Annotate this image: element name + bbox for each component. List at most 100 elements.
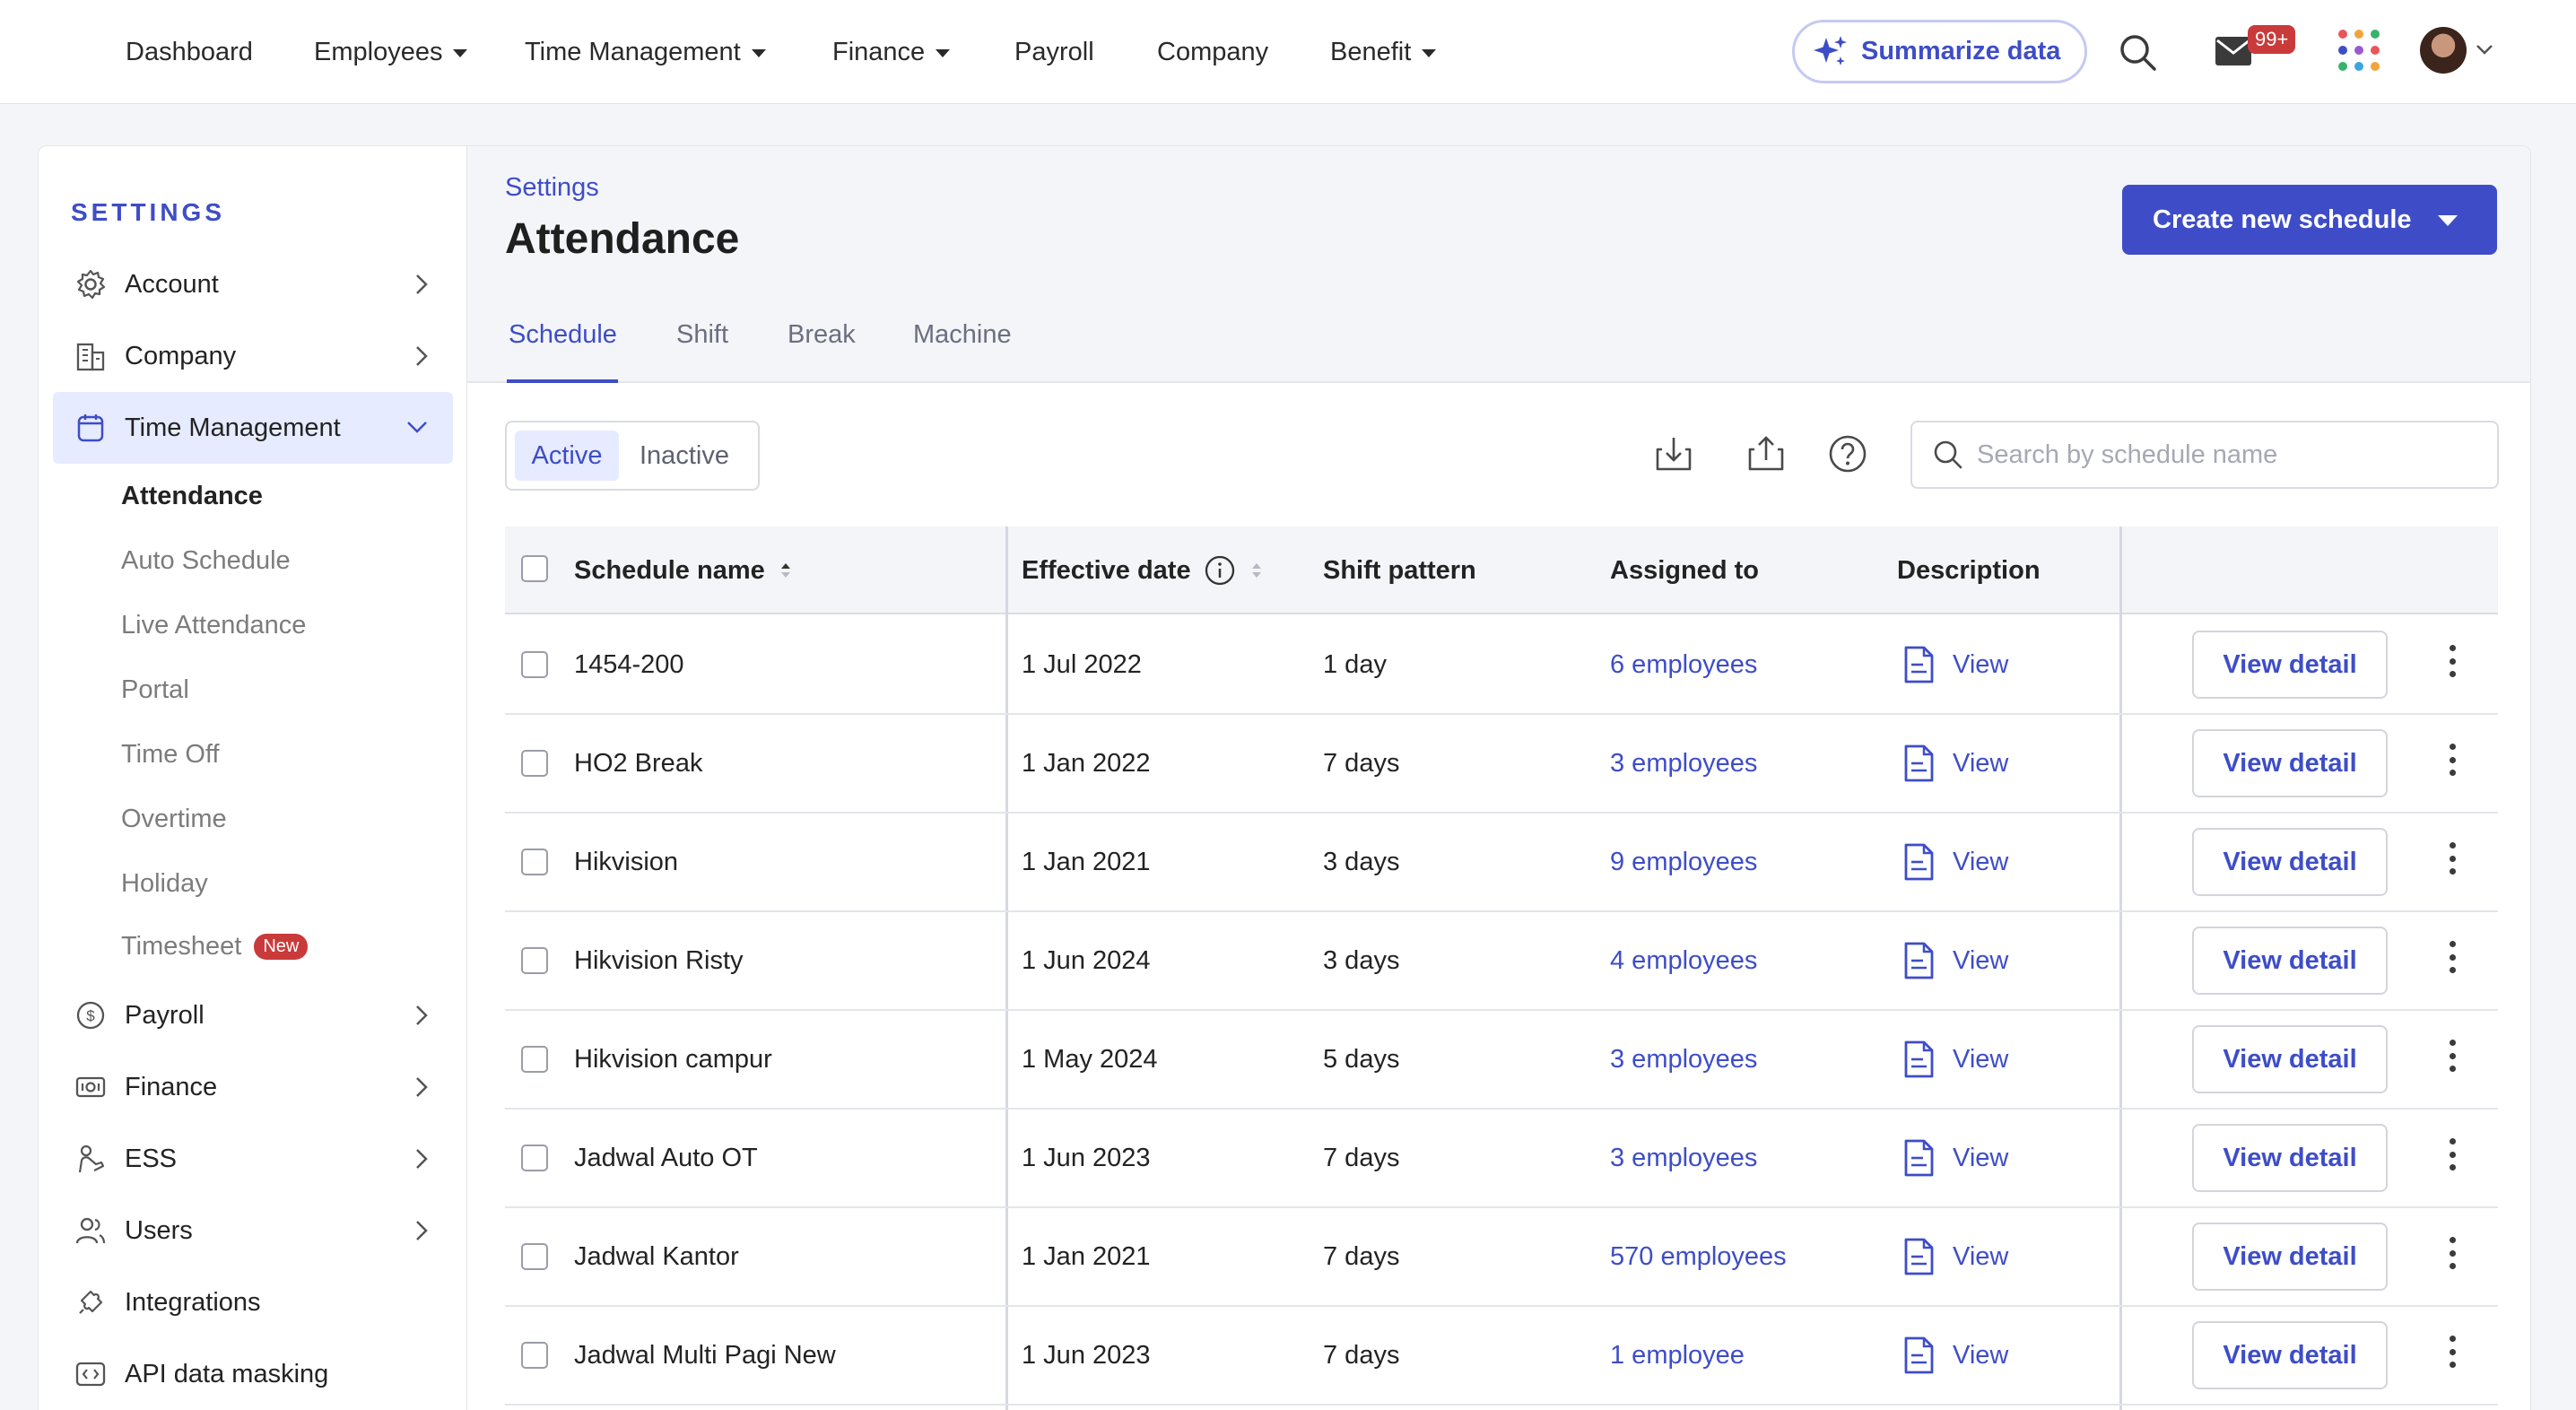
more-options-icon[interactable] — [2439, 1330, 2466, 1373]
description-view-link[interactable]: View — [1901, 912, 2008, 1009]
search-icon[interactable] — [2118, 32, 2159, 74]
assigned-employees-link[interactable]: 570 employees — [1610, 1208, 1787, 1305]
row-checkbox[interactable] — [521, 651, 548, 678]
assigned-employees-link[interactable]: 4 employees — [1610, 912, 1757, 1009]
document-icon — [1901, 1336, 1936, 1375]
row-checkbox[interactable] — [521, 1145, 548, 1171]
description-view-link[interactable]: View — [1901, 814, 2008, 910]
filter-inactive-option[interactable]: Inactive — [640, 431, 729, 481]
tab-break[interactable]: Break — [788, 320, 856, 350]
sidebar-subitem-time-off[interactable]: Time Off — [121, 740, 220, 770]
help-icon[interactable] — [1827, 433, 1868, 474]
view-detail-button[interactable]: View detail — [2192, 1223, 2388, 1291]
create-new-schedule-button[interactable]: Create new schedule — [2122, 185, 2497, 255]
filter-active-option[interactable]: Active — [515, 431, 619, 481]
nav-employees[interactable]: Employees — [314, 0, 468, 104]
sidebar-subitem-auto-schedule[interactable]: Auto Schedule — [121, 546, 291, 576]
more-options-icon[interactable] — [2439, 1232, 2466, 1275]
assigned-employees-link[interactable]: 3 employees — [1610, 1110, 1757, 1206]
nav-time-management[interactable]: Time Management — [525, 0, 766, 104]
assigned-employees-link[interactable]: 3 employees — [1610, 1011, 1757, 1108]
tab-machine[interactable]: Machine — [913, 320, 1012, 350]
view-detail-button[interactable]: View detail — [2192, 729, 2388, 797]
sidebar-item-payroll[interactable]: $ Payroll — [53, 979, 453, 1051]
view-detail-button[interactable]: View detail — [2192, 1124, 2388, 1192]
mail-icon[interactable] — [2215, 36, 2252, 66]
nav-label: Dashboard — [126, 37, 253, 66]
document-icon — [1901, 645, 1936, 684]
sidebar-item-integrations[interactable]: Integrations — [53, 1266, 453, 1338]
sidebar-item-ess[interactable]: ESS — [53, 1123, 453, 1195]
more-options-icon[interactable] — [2439, 640, 2466, 683]
sidebar-subitem-attendance[interactable]: Attendance — [121, 482, 263, 511]
sidebar-item-finance[interactable]: Finance — [53, 1051, 453, 1123]
nav-label: Finance — [832, 37, 926, 66]
sidebar-item-label: Account — [125, 269, 219, 299]
view-detail-button[interactable]: View detail — [2192, 631, 2388, 699]
sidebar-item-time-management[interactable]: Time Management — [53, 392, 453, 464]
breadcrumb-settings[interactable]: Settings — [505, 173, 599, 203]
sidebar-item-api-data-masking[interactable]: API data masking — [53, 1338, 453, 1410]
sidebar-item-users[interactable]: Users — [53, 1195, 453, 1266]
nav-company[interactable]: Company — [1157, 0, 1268, 104]
sidebar-subitem-live-attendance[interactable]: Live Attendance — [121, 611, 306, 640]
subitem-label: Attendance — [121, 482, 263, 510]
sidebar-subitem-overtime[interactable]: Overtime — [121, 805, 227, 834]
tab-shift[interactable]: Shift — [676, 320, 728, 350]
sparkle-icon — [1811, 32, 1850, 72]
description-view-link[interactable]: View — [1901, 1307, 2008, 1404]
view-detail-button[interactable]: View detail — [2192, 828, 2388, 896]
sidebar-title: SETTINGS — [71, 198, 226, 226]
assigned-employees-link[interactable]: 3 employees — [1610, 715, 1757, 812]
user-avatar[interactable] — [2420, 27, 2467, 74]
download-icon[interactable] — [1653, 433, 1694, 474]
chevron-down-icon[interactable] — [2476, 43, 2493, 56]
view-detail-button[interactable]: View detail — [2192, 1025, 2388, 1093]
view-detail-button[interactable]: View detail — [2192, 1321, 2388, 1389]
row-checkbox[interactable] — [521, 1046, 548, 1073]
column-shift-pattern: Shift pattern — [1323, 555, 1476, 585]
subitem-label: Live Attendance — [121, 611, 307, 640]
row-checkbox[interactable] — [521, 1243, 548, 1270]
column-schedule-name[interactable]: Schedule name — [574, 527, 792, 614]
sidebar-subitem-holiday[interactable]: Holiday — [121, 869, 208, 899]
more-options-icon[interactable] — [2439, 936, 2466, 979]
shift-pattern-cell: 5 days — [1323, 1044, 1400, 1074]
assigned-employees-link[interactable]: 6 employees — [1610, 616, 1757, 713]
select-all-checkbox[interactable] — [521, 555, 548, 582]
more-options-icon[interactable] — [2439, 837, 2466, 880]
description-view-link[interactable]: View — [1901, 1011, 2008, 1108]
row-checkbox[interactable] — [521, 947, 548, 974]
description-view-link[interactable]: View — [1901, 715, 2008, 812]
chevron-right-icon — [415, 1076, 428, 1098]
description-view-link[interactable]: View — [1901, 1208, 2008, 1305]
view-detail-button[interactable]: View detail — [2192, 927, 2388, 995]
more-options-icon[interactable] — [2439, 1034, 2466, 1077]
description-view-link[interactable]: View — [1901, 616, 2008, 713]
nav-finance[interactable]: Finance — [832, 0, 951, 104]
more-options-icon[interactable] — [2439, 738, 2466, 781]
description-view-link[interactable]: View — [1901, 1110, 2008, 1206]
assigned-employees-link[interactable]: 9 employees — [1610, 814, 1757, 910]
sidebar-item-company[interactable]: Company — [53, 320, 453, 392]
tab-schedule[interactable]: Schedule — [509, 320, 617, 350]
sidebar-item-account[interactable]: Account — [53, 248, 453, 320]
nav-dashboard[interactable]: Dashboard — [126, 0, 253, 104]
row-checkbox[interactable] — [521, 849, 548, 875]
apps-grid-icon[interactable] — [2336, 27, 2382, 74]
summarize-data-button[interactable]: Summarize data — [1792, 20, 2087, 83]
nav-benefit[interactable]: Benefit — [1330, 0, 1437, 104]
view-label: View — [1953, 847, 2009, 876]
sidebar-subitem-timesheet[interactable]: Timesheet New — [121, 932, 309, 962]
row-checkbox[interactable] — [521, 750, 548, 777]
sidebar-subitem-portal[interactable]: Portal — [121, 675, 189, 705]
column-effective-date[interactable]: Effective date — [1022, 527, 1263, 614]
upload-icon[interactable] — [1745, 433, 1787, 474]
search-input[interactable] — [1977, 440, 2479, 470]
more-options-icon[interactable] — [2439, 1133, 2466, 1176]
info-icon[interactable] — [1204, 554, 1236, 587]
table-row: Jadwal Kantor 1 Jan 2021 7 days 570 employe… — [505, 1208, 2498, 1307]
nav-payroll[interactable]: Payroll — [1014, 0, 1094, 104]
assigned-employees-link[interactable]: 1 employee — [1610, 1307, 1745, 1404]
row-checkbox[interactable] — [521, 1342, 548, 1369]
